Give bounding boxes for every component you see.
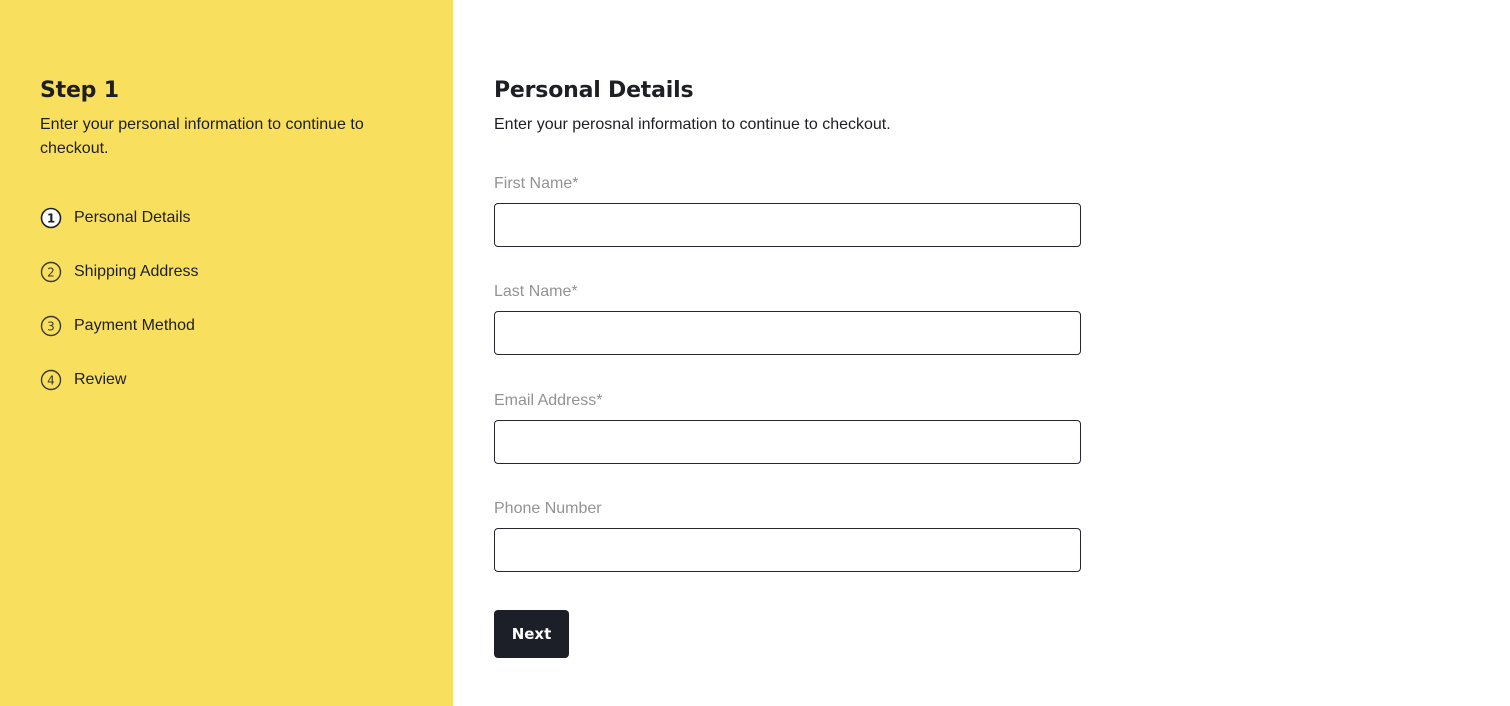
step-label: Personal Details	[74, 209, 191, 226]
svg-text:4: 4	[47, 374, 55, 388]
step-item-personal-details[interactable]: 1 Personal Details	[40, 191, 413, 245]
last-name-field: Last Name*	[494, 281, 1081, 355]
svg-text:1: 1	[47, 212, 55, 226]
sidebar: Step 1 Enter your personal information t…	[0, 0, 453, 706]
phone-field: Phone Number	[494, 498, 1081, 572]
email-input[interactable]	[494, 420, 1081, 464]
last-name-input[interactable]	[494, 311, 1081, 355]
next-button[interactable]: Next	[494, 610, 569, 658]
step-item-shipping-address[interactable]: 2 Shipping Address	[40, 245, 413, 299]
first-name-field: First Name*	[494, 173, 1081, 247]
step-label: Shipping Address	[74, 263, 199, 280]
svg-text:2: 2	[47, 266, 55, 280]
step-list: 1 Personal Details 2 Shipping Address 3 …	[40, 191, 413, 407]
step-label: Payment Method	[74, 317, 195, 334]
step-3-icon: 3	[40, 315, 62, 337]
step-item-review[interactable]: 4 Review	[40, 353, 413, 407]
page-description: Enter your perosnal information to conti…	[494, 116, 891, 133]
step-label: Review	[74, 371, 127, 388]
step-2-icon: 2	[40, 261, 62, 283]
first-name-label: First Name*	[494, 175, 579, 192]
svg-text:3: 3	[47, 320, 55, 334]
sidebar-description: Enter your personal information to conti…	[40, 116, 364, 157]
step-item-payment-method[interactable]: 3 Payment Method	[40, 299, 413, 353]
phone-label: Phone Number	[494, 500, 602, 517]
checkout-page: Step 1 Enter your personal information t…	[0, 0, 1510, 706]
sidebar-title: Step 1	[40, 78, 119, 103]
step-4-icon: 4	[40, 369, 62, 391]
first-name-input[interactable]	[494, 203, 1081, 247]
phone-input[interactable]	[494, 528, 1081, 572]
page-title: Personal Details	[494, 78, 694, 103]
email-label: Email Address*	[494, 392, 603, 409]
step-1-active-icon: 1	[40, 207, 62, 229]
main-form: Personal Details Enter your perosnal inf…	[494, 76, 1081, 658]
email-field: Email Address*	[494, 390, 1081, 464]
last-name-label: Last Name*	[494, 283, 578, 300]
